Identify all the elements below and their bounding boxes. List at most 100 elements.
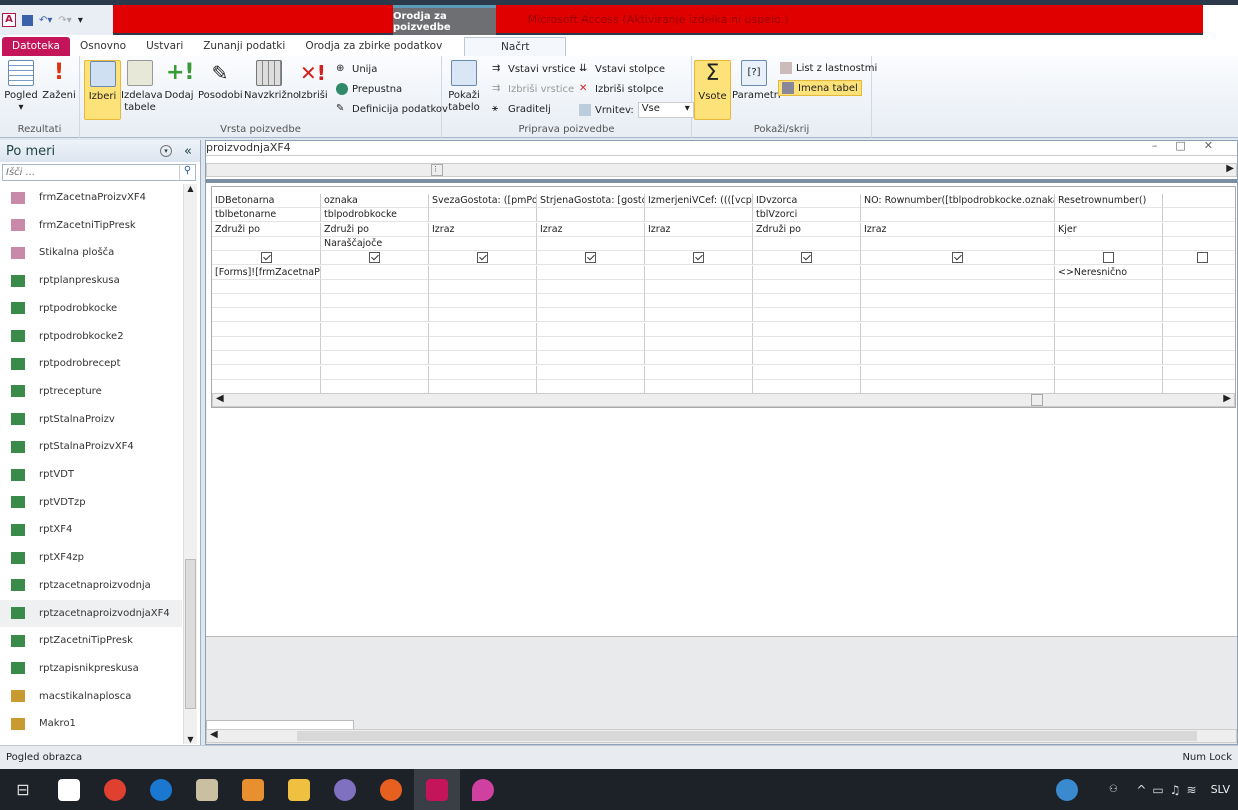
grid-field-cell[interactable]: IDvzorca	[753, 194, 861, 208]
grid-empty-cell[interactable]	[753, 365, 861, 380]
grid-empty-cell[interactable]	[645, 308, 753, 323]
nav-item[interactable]: rptrecepture	[0, 378, 182, 405]
grid-sort-cell[interactable]	[212, 236, 321, 251]
grid-sort-cell[interactable]	[753, 236, 861, 251]
unija-button[interactable]: ⊕ Unija	[336, 63, 377, 75]
grid-sort-cell[interactable]: Naraščajoče	[321, 236, 429, 251]
nav-item[interactable]: frmZacetniTipPresk	[0, 212, 182, 239]
zazeni-button[interactable]: ! Zaženi	[42, 60, 76, 102]
grid-empty-cell[interactable]	[645, 294, 753, 309]
app-icon[interactable]	[184, 769, 230, 810]
grid-empty-cell[interactable]	[212, 322, 321, 337]
task-view-icon[interactable]: ⊟	[0, 769, 46, 810]
grid-empty-cell[interactable]	[861, 379, 1055, 394]
grid-empty-cell[interactable]	[537, 351, 645, 366]
grid-criteria-cell[interactable]	[321, 265, 429, 280]
grid-show-cell[interactable]	[645, 251, 753, 266]
izberi-button[interactable]: Izberi	[84, 60, 121, 120]
grid-empty-cell[interactable]	[1163, 294, 1235, 309]
nav-header[interactable]: Po meri ▾ «	[0, 140, 200, 162]
grid-total-cell[interactable]: Izraz	[861, 222, 1055, 237]
show-checkbox[interactable]	[585, 252, 596, 264]
izdelava-tabele-button[interactable]: Izdelava tabele	[121, 60, 163, 114]
grid-criteria-cell[interactable]	[429, 265, 537, 280]
grid-empty-cell[interactable]	[861, 322, 1055, 337]
list-z-lastnostmi-button[interactable]: List z lastnostmi	[780, 62, 877, 74]
prepustna-button[interactable]: Prepustna	[336, 83, 402, 95]
grid-empty-cell[interactable]	[212, 294, 321, 309]
grid-empty-cell[interactable]	[1163, 308, 1235, 323]
grid-empty-cell[interactable]	[645, 337, 753, 351]
grid-empty-cell[interactable]	[212, 379, 321, 394]
dodaj-button[interactable]: +! Dodaj	[162, 60, 196, 102]
grid-empty-cell[interactable]	[753, 351, 861, 366]
show-checkbox[interactable]	[952, 252, 963, 264]
window-controls[interactable]: –□✕	[1152, 139, 1231, 152]
tab-osnovno[interactable]: Osnovno	[70, 37, 136, 57]
show-checkbox[interactable]	[260, 252, 272, 264]
customize-qat-icon[interactable]: ▾	[78, 15, 83, 26]
tray-icons[interactable]: ^▭♫≋	[1136, 783, 1202, 797]
grid-field-cell[interactable]: StrjenaGostota: [gostota	[537, 194, 645, 208]
bottom-scrollbar[interactable]: ◀	[206, 729, 1237, 743]
grid-sort-cell[interactable]	[1163, 237, 1235, 251]
nav-item[interactable]: rptXF4zp	[0, 544, 182, 571]
nav-item[interactable]: rptStalnaProizv	[0, 406, 182, 433]
grid-empty-cell[interactable]	[1163, 337, 1235, 351]
posodobi-button[interactable]: ✎ Posodobi	[198, 60, 243, 102]
grid-empty-cell[interactable]	[537, 365, 645, 380]
grid-table-cell[interactable]	[429, 208, 537, 223]
show-checkbox[interactable]	[1103, 252, 1114, 264]
nav-item[interactable]: rptZacetniTipPresk	[0, 627, 182, 654]
grid-empty-cell[interactable]	[212, 351, 321, 366]
table-pane-scrollbar[interactable]: ⋮ ▶	[206, 163, 1237, 177]
access-icon[interactable]	[414, 769, 460, 810]
grid-total-cell[interactable]: Združi po	[753, 222, 861, 237]
grid-empty-cell[interactable]	[321, 294, 429, 309]
grid-empty-cell[interactable]	[861, 337, 1055, 351]
grid-empty-cell[interactable]	[1055, 322, 1163, 337]
search-input[interactable]	[3, 165, 179, 180]
grid-table-cell[interactable]: tblpodrobkocke	[321, 208, 429, 223]
grid-table-cell[interactable]	[537, 208, 645, 223]
grid-table-cell[interactable]: tblVzorci	[753, 208, 861, 223]
grid-empty-cell[interactable]	[861, 294, 1055, 309]
nav-item[interactable]: frmZacetnaProizvXF4	[0, 184, 182, 211]
filter-dropdown-icon[interactable]: ▾	[160, 145, 173, 157]
grid-empty-cell[interactable]	[1055, 379, 1163, 394]
grid-empty-cell[interactable]	[429, 322, 537, 337]
grid-empty-cell[interactable]	[429, 379, 537, 394]
vsote-button[interactable]: Σ Vsote	[694, 60, 731, 120]
grid-empty-cell[interactable]	[537, 337, 645, 351]
search-icon[interactable]: ⚲	[179, 165, 195, 180]
grid-field-cell[interactable]: Resetrownumber()	[1055, 194, 1163, 208]
grid-sort-cell[interactable]	[645, 236, 753, 251]
grid-empty-cell[interactable]	[321, 308, 429, 323]
grid-empty-cell[interactable]	[1055, 351, 1163, 366]
grid-empty-cell[interactable]	[753, 379, 861, 394]
grid-empty-cell[interactable]	[1055, 365, 1163, 380]
grid-show-cell[interactable]	[212, 251, 321, 266]
grid-criteria-cell[interactable]	[537, 265, 645, 280]
grid-empty-cell[interactable]	[537, 308, 645, 323]
grid-sort-cell[interactable]	[537, 236, 645, 251]
nav-item[interactable]: rptVDTzp	[0, 489, 182, 516]
tab-orodja-za-zbirke[interactable]: Orodja za zbirke podatkov	[295, 37, 452, 57]
grid-empty-cell[interactable]	[537, 379, 645, 394]
grid-table-cell[interactable]	[645, 208, 753, 223]
grid-show-cell[interactable]	[321, 251, 429, 266]
grid-empty-cell[interactable]	[212, 279, 321, 294]
grid-sort-cell[interactable]	[1055, 236, 1163, 251]
grid-show-cell[interactable]	[861, 251, 1055, 266]
pogled-button[interactable]: Pogled ▾	[3, 60, 39, 114]
media-icon[interactable]	[230, 769, 276, 810]
grid-empty-cell[interactable]	[1163, 323, 1235, 337]
nav-item[interactable]: rptVDT	[0, 461, 182, 488]
chrome-icon[interactable]	[92, 769, 138, 810]
people-icon[interactable]: ⚇	[1090, 769, 1136, 810]
nav-item[interactable]: Makro1	[0, 710, 182, 737]
grid-empty-cell[interactable]	[429, 308, 537, 323]
nav-item[interactable]: rptStalnaProizvXF4	[0, 433, 182, 460]
undo-icon[interactable]: ↶▾	[39, 15, 52, 26]
izbrisi-stolpce-button[interactable]: ✕ Izbriši stolpce	[579, 83, 664, 95]
